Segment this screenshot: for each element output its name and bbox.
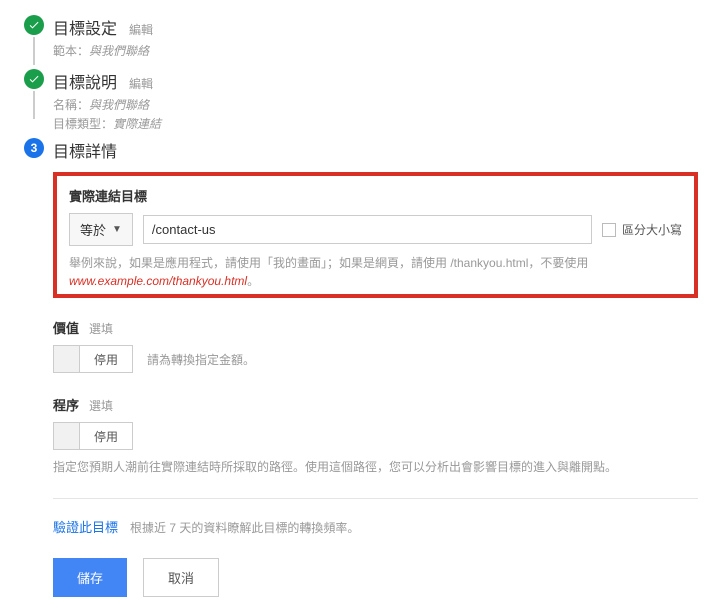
destination-input[interactable]: [143, 215, 592, 244]
step-setup: 目標設定 編輯 範本：與我們聯絡: [20, 15, 698, 65]
funnel-toggle-row: 停用: [53, 422, 698, 450]
funnel-toggle-label: 停用: [80, 423, 132, 449]
verify-row: 驗證此目標 根據近 7 天的資料瞭解此目標的轉換頻率。: [53, 517, 698, 536]
verify-desc: 根據近 7 天的資料瞭解此目標的轉換頻率。: [130, 519, 359, 536]
help-prefix: 舉例來說，如果是應用程式，請使用「我的畫面」；如果是網頁，請使用: [69, 256, 450, 270]
step-details: 3 目標詳情 實際連結目標 等於 ▼ 區分大小寫: [20, 138, 698, 597]
step-number-icon: 3: [24, 138, 44, 158]
step-description-content: 目標說明 編輯 名稱：與我們聯絡 目標類型：實際連結: [48, 69, 698, 134]
step-description-edit-link[interactable]: 編輯: [129, 75, 153, 92]
help-mid: ，不要使用: [528, 256, 588, 270]
funnel-help: 指定您預期人潮前往實際連結時所採取的路徑。使用這個路徑，您可以分析出會影響目標的…: [53, 458, 698, 476]
step-description: 目標說明 編輯 名稱：與我們聯絡 目標類型：實際連結: [20, 69, 698, 134]
help-code: /thankyou.html: [450, 256, 528, 270]
help-suffix: 。: [247, 274, 259, 288]
step-connector: [33, 91, 35, 119]
match-type-value: 等於: [80, 220, 106, 239]
funnel-title: 程序: [53, 395, 79, 414]
name-value: 與我們聯絡: [89, 98, 149, 112]
name-label: 名稱：: [53, 98, 89, 112]
destination-help: 舉例來說，如果是應用程式，請使用「我的畫面」；如果是網頁，請使用 /thanky…: [69, 254, 682, 290]
value-title: 價值: [53, 318, 79, 337]
action-row: 儲存 取消: [53, 558, 698, 597]
cancel-button[interactable]: 取消: [143, 558, 219, 597]
step-icon-column: 3: [20, 138, 48, 158]
case-sensitive-option[interactable]: 區分大小寫: [602, 221, 682, 238]
case-sensitive-checkbox[interactable]: [602, 223, 616, 237]
funnel-toggle[interactable]: 停用: [53, 422, 133, 450]
check-icon: [24, 15, 44, 35]
step-description-title: 目標說明: [53, 69, 117, 93]
destination-row: 等於 ▼ 區分大小寫: [69, 213, 682, 246]
step-connector: [33, 37, 35, 65]
match-type-dropdown[interactable]: 等於 ▼: [69, 213, 133, 246]
save-button[interactable]: 儲存: [53, 558, 127, 597]
value-section: 價值 選填 停用 請為轉換指定金額。: [53, 318, 698, 373]
funnel-optional: 選填: [89, 397, 113, 414]
value-toggle-label: 停用: [80, 346, 132, 372]
step-setup-subtitle: 範本：與我們聯絡: [53, 42, 698, 61]
step-setup-content: 目標設定 編輯 範本：與我們聯絡: [48, 15, 698, 61]
case-sensitive-label: 區分大小寫: [622, 221, 682, 238]
step-details-title: 目標詳情: [53, 138, 117, 162]
step-description-name: 名稱：與我們聯絡: [53, 96, 698, 115]
toggle-handle[interactable]: [54, 346, 80, 372]
caret-down-icon: ▼: [112, 224, 122, 235]
funnel-section: 程序 選填 停用 指定您預期人潮前往實際連結時所採取的路徑。使用這個路徑，您可以…: [53, 395, 698, 476]
toggle-handle[interactable]: [54, 423, 80, 449]
template-label: 範本：: [53, 44, 89, 58]
step-icon-column: [20, 15, 48, 65]
step-icon-column: [20, 69, 48, 119]
divider: [53, 498, 698, 499]
value-optional: 選填: [89, 320, 113, 337]
destination-highlight: 實際連結目標 等於 ▼ 區分大小寫 舉例來說，如果是應用程式，請使用「我的畫面」…: [53, 172, 698, 298]
type-value: 實際連結: [113, 117, 161, 131]
step-description-type: 目標類型：實際連結: [53, 115, 698, 134]
template-value: 與我們聯絡: [89, 44, 149, 58]
step-setup-edit-link[interactable]: 編輯: [129, 21, 153, 38]
type-label: 目標類型：: [53, 117, 113, 131]
details-body: 實際連結目標 等於 ▼ 區分大小寫 舉例來說，如果是應用程式，請使用「我的畫面」…: [53, 172, 698, 597]
verify-link[interactable]: 驗證此目標: [53, 517, 118, 536]
value-toggle-row: 停用 請為轉換指定金額。: [53, 345, 698, 373]
help-url: www.example.com/thankyou.html: [69, 274, 247, 288]
value-desc: 請為轉換指定金額。: [147, 351, 255, 368]
step-details-content: 目標詳情 實際連結目標 等於 ▼ 區分大小寫 舉例: [48, 138, 698, 597]
step-setup-title: 目標設定: [53, 15, 117, 39]
check-icon: [24, 69, 44, 89]
value-toggle[interactable]: 停用: [53, 345, 133, 373]
destination-label: 實際連結目標: [69, 186, 682, 205]
